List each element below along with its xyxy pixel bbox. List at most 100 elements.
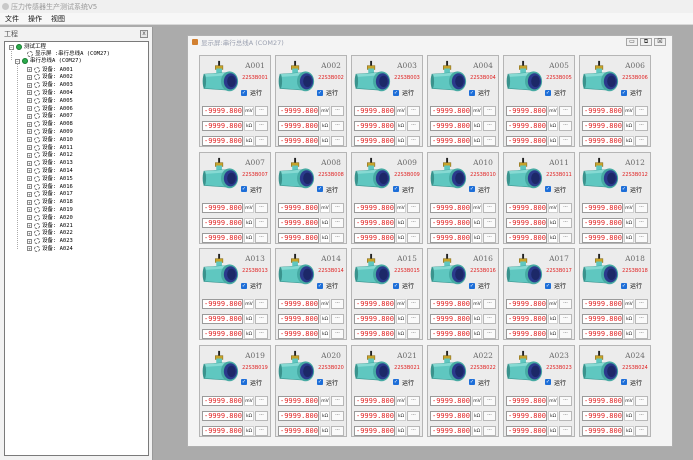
resistance-1-value-field[interactable]: -9999.800 [430,121,471,131]
run-checkbox[interactable]: ✓ 运行 [393,281,414,290]
more-button[interactable]: ... [483,121,496,131]
resistance-2-value-field[interactable]: -9999.800 [278,136,319,146]
resistance-1-value-field[interactable]: -9999.800 [506,314,547,324]
expand-toggle[interactable]: + [27,207,32,213]
more-button[interactable]: ... [407,410,420,421]
voltage-value-field[interactable]: -9999.800 [430,106,471,116]
resistance-1-value-field[interactable]: -9999.800 [202,410,243,421]
more-button[interactable]: ... [483,217,496,228]
checkbox-checked-icon[interactable]: ✓ [469,282,475,289]
tree-device-node[interactable]: + 设备: A001 [27,66,73,73]
more-button[interactable]: ... [331,217,344,228]
resistance-2-value-field[interactable]: -9999.800 [582,329,623,339]
resistance-2-value-field[interactable]: -9999.800 [354,136,395,146]
expand-toggle[interactable]: + [27,246,32,252]
voltage-value-field[interactable]: -9999.800 [278,395,319,406]
more-button[interactable]: ... [559,329,572,339]
checkbox-checked-icon[interactable]: ✓ [393,89,399,96]
expand-toggle[interactable]: + [27,137,32,143]
more-button[interactable]: ... [407,202,420,213]
checkbox-checked-icon[interactable]: ✓ [241,186,247,192]
tree-device-node[interactable]: + 设备: A016 [27,183,73,190]
expand-toggle[interactable]: + [27,168,32,174]
resistance-2-value-field[interactable]: -9999.800 [506,136,547,146]
checkbox-checked-icon[interactable]: ✓ [621,186,627,192]
voltage-value-field[interactable]: -9999.800 [430,202,471,213]
more-button[interactable]: ... [255,136,268,146]
voltage-value-field[interactable]: -9999.800 [354,299,395,309]
more-button[interactable]: ... [483,329,496,339]
resistance-1-value-field[interactable]: -9999.800 [202,121,243,131]
resistance-2-value-field[interactable]: -9999.800 [202,425,243,436]
more-button[interactable]: ... [483,106,496,116]
resistance-1-value-field[interactable]: -9999.800 [278,410,319,421]
run-checkbox[interactable]: ✓ 运行 [317,378,338,387]
voltage-value-field[interactable]: -9999.800 [278,202,319,213]
more-button[interactable]: ... [407,217,420,228]
tree-device-node[interactable]: + 设备: A004 [27,89,73,96]
checkbox-checked-icon[interactable]: ✓ [241,379,247,385]
resistance-2-value-field[interactable]: -9999.800 [278,232,319,243]
tree-device-node[interactable]: + 设备: A020 [27,214,73,221]
voltage-value-field[interactable]: -9999.800 [582,106,623,116]
expand-toggle[interactable]: + [27,191,32,197]
more-button[interactable]: ... [635,329,648,339]
run-checkbox[interactable]: ✓ 运行 [241,185,262,194]
tree-device-node[interactable]: + 设备: A012 [27,152,73,159]
expand-toggle[interactable]: + [27,199,32,205]
tree-device-node[interactable]: + 设备: A010 [27,136,73,143]
tree-device-node[interactable]: + 设备: A015 [27,175,73,182]
voltage-value-field[interactable]: -9999.800 [202,299,243,309]
more-button[interactable]: ... [407,395,420,406]
expand-toggle[interactable]: + [27,90,32,96]
tree-device-node[interactable]: + 设备: A005 [27,97,73,104]
run-checkbox[interactable]: ✓ 运行 [317,185,338,194]
more-button[interactable]: ... [331,136,344,146]
tree-device-node[interactable]: + 设备: A022 [27,230,73,237]
voltage-value-field[interactable]: -9999.800 [278,106,319,116]
resistance-1-value-field[interactable]: -9999.800 [430,314,471,324]
run-checkbox[interactable]: ✓ 运行 [241,281,262,290]
checkbox-checked-icon[interactable]: ✓ [317,282,323,289]
more-button[interactable]: ... [635,299,648,309]
resistance-2-value-field[interactable]: -9999.800 [506,425,547,436]
more-button[interactable]: ... [483,314,496,324]
run-checkbox[interactable]: ✓ 运行 [393,378,414,387]
run-checkbox[interactable]: ✓ 运行 [317,88,338,97]
tree-device-node[interactable]: + 设备: A013 [27,160,73,167]
more-button[interactable]: ... [255,232,268,243]
run-checkbox[interactable]: ✓ 运行 [621,378,642,387]
run-checkbox[interactable]: ✓ 运行 [469,281,490,290]
more-button[interactable]: ... [559,299,572,309]
more-button[interactable]: ... [635,395,648,406]
run-checkbox[interactable]: ✓ 运行 [545,88,566,97]
more-button[interactable]: ... [255,329,268,339]
more-button[interactable]: ... [559,202,572,213]
voltage-value-field[interactable]: -9999.800 [202,395,243,406]
more-button[interactable]: ... [559,106,572,116]
voltage-value-field[interactable]: -9999.800 [202,202,243,213]
menu-operate[interactable]: 操作 [28,14,42,24]
expand-toggle[interactable]: + [27,67,32,72]
resistance-1-value-field[interactable]: -9999.800 [278,121,319,131]
resistance-2-value-field[interactable]: -9999.800 [354,425,395,436]
expand-toggle[interactable]: + [27,160,32,166]
more-button[interactable]: ... [635,106,648,116]
resistance-2-value-field[interactable]: -9999.800 [354,232,395,243]
voltage-value-field[interactable]: -9999.800 [582,202,623,213]
close-button[interactable]: ☒ [654,38,666,46]
more-button[interactable]: ... [331,202,344,213]
run-checkbox[interactable]: ✓ 运行 [469,88,490,97]
tree-device-node[interactable]: + 设备: A009 [27,128,73,135]
more-button[interactable]: ... [407,299,420,309]
more-button[interactable]: ... [559,410,572,421]
more-button[interactable]: ... [407,329,420,339]
resistance-2-value-field[interactable]: -9999.800 [430,329,471,339]
more-button[interactable]: ... [483,395,496,406]
resistance-1-value-field[interactable]: -9999.800 [354,217,395,228]
more-button[interactable]: ... [635,202,648,213]
tree-device-node[interactable]: + 设备: A007 [27,113,73,120]
resistance-1-value-field[interactable]: -9999.800 [202,217,243,228]
minimize-button[interactable]: ▭ [626,38,638,46]
expand-toggle[interactable]: + [27,98,32,104]
